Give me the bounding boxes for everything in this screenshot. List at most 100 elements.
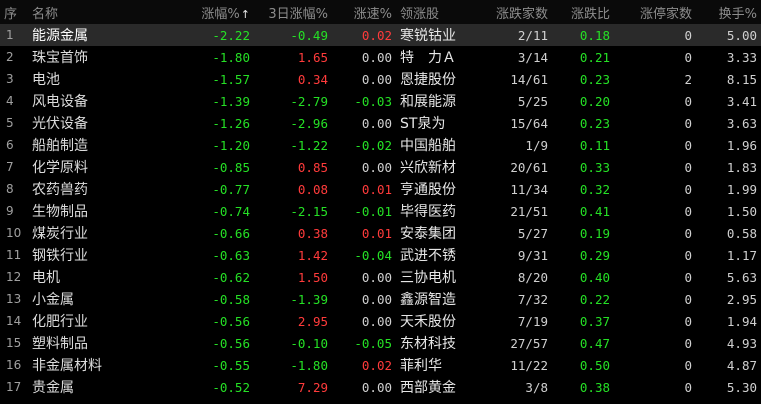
change-3d: 0.38 [297, 225, 328, 241]
limit-up-count: 0 [684, 93, 692, 109]
sector-name: 光伏设备 [32, 116, 88, 132]
table-row[interactable]: 13 小金属 -0.58 -1.39 0.00 鑫源智造 7/32 0.22 0 2.95 [0, 288, 761, 310]
change-3d: -1.80 [290, 357, 328, 373]
sector-name: 塑料制品 [32, 336, 88, 352]
table-row[interactable]: 6 船舶制造 -1.20 -1.22 -0.02 中国船舶 1/9 0.11 0 1.96 [0, 134, 761, 156]
header-leader[interactable]: 领涨股 [396, 0, 482, 24]
leading-stock: ST泉为 [400, 116, 446, 132]
turnover: 1.96 [726, 137, 757, 153]
change-3d: -2.15 [290, 203, 328, 219]
header-idx[interactable]: 序 [0, 0, 28, 24]
change-3d: 2.95 [297, 313, 328, 329]
limit-up-count: 0 [684, 159, 692, 175]
leading-stock: 武进不锈 [400, 248, 456, 264]
header-name[interactable]: 名称 [28, 0, 184, 24]
header-change-pct-label: 涨幅% [201, 6, 240, 22]
leading-stock: 天禾股份 [400, 314, 456, 330]
table-row[interactable]: 11 钢铁行业 -0.63 1.42 -0.04 武进不锈 9/31 0.29 0 1.17 [0, 244, 761, 266]
turnover: 3.63 [726, 115, 757, 131]
sector-name: 农药兽药 [32, 182, 88, 198]
header-change-pct[interactable]: 涨幅%↑ [184, 0, 254, 24]
header-up-down-count[interactable]: 涨跌家数 [482, 0, 552, 24]
row-index: 3 [6, 72, 14, 86]
up-down-count: 7/32 [517, 291, 548, 307]
up-down-count: 15/64 [510, 115, 548, 131]
turnover: 8.15 [726, 71, 757, 87]
limit-up-count: 0 [684, 115, 692, 131]
row-index: 1 [6, 28, 14, 42]
row-index: 2 [6, 50, 14, 64]
change-pct: -0.63 [212, 247, 250, 263]
header-turnover[interactable]: 换手% [696, 0, 761, 24]
turnover: 1.99 [726, 181, 757, 197]
row-index: 13 [6, 292, 22, 306]
up-down-ratio: 0.21 [579, 49, 610, 65]
change-3d: -0.10 [290, 335, 328, 351]
up-down-count: 3/8 [525, 379, 548, 395]
change-pct: -0.66 [212, 225, 250, 241]
table-row[interactable]: 17 贵金属 -0.52 7.29 0.00 西部黄金 3/8 0.38 0 5.30 [0, 376, 761, 398]
turnover: 5.63 [726, 269, 757, 285]
sector-name: 化肥行业 [32, 314, 88, 330]
header-limit-up-count[interactable]: 涨停家数 [614, 0, 696, 24]
header-change-3d[interactable]: 3日涨幅% [254, 0, 332, 24]
speed: 0.02 [361, 357, 392, 373]
table-row[interactable]: 7 化学原料 -0.85 0.85 0.00 兴欣新材 20/61 0.33 0 1.83 [0, 156, 761, 178]
row-index: 10 [6, 226, 22, 240]
table-row[interactable]: 9 生物制品 -0.74 -2.15 -0.01 毕得医药 21/51 0.41 0 1.50 [0, 200, 761, 222]
sector-name: 风电设备 [32, 94, 88, 110]
leading-stock: 安泰集团 [400, 226, 456, 242]
limit-up-count: 0 [684, 291, 692, 307]
change-pct: -0.56 [212, 313, 250, 329]
row-index: 17 [6, 380, 22, 394]
change-pct: -1.57 [212, 71, 250, 87]
table-row[interactable]: 12 电机 -0.62 1.50 0.00 三协电机 8/20 0.40 0 5.63 [0, 266, 761, 288]
up-down-ratio: 0.11 [579, 137, 610, 153]
up-down-ratio: 0.32 [579, 181, 610, 197]
change-pct: -2.22 [212, 27, 250, 43]
up-down-count: 5/25 [517, 93, 548, 109]
change-3d: -2.79 [290, 93, 328, 109]
table-row[interactable]: 2 珠宝首饰 -1.80 1.65 0.00 特 力Ａ 3/14 0.21 0 3.33 [0, 46, 761, 68]
table-row[interactable]: 14 化肥行业 -0.56 2.95 0.00 天禾股份 7/19 0.37 0 1.94 [0, 310, 761, 332]
speed: 0.01 [361, 225, 392, 241]
row-index: 12 [6, 270, 22, 284]
table-row[interactable]: 10 煤炭行业 -0.66 0.38 0.01 安泰集团 5/27 0.19 0 0.58 [0, 222, 761, 244]
change-pct: -1.26 [212, 115, 250, 131]
turnover: 1.94 [726, 313, 757, 329]
table-row[interactable]: 16 非金属材料 -0.55 -1.80 0.02 菲利华 11/22 0.50 0 4.87 [0, 354, 761, 376]
speed: 0.02 [361, 27, 392, 43]
sector-name: 电池 [32, 72, 60, 88]
change-3d: 0.34 [297, 71, 328, 87]
up-down-ratio: 0.23 [579, 115, 610, 131]
up-down-count: 20/61 [510, 159, 548, 175]
sector-ranking-grid: 序 名称 涨幅%↑ 3日涨幅% 涨速% 领涨股 涨跌家数 涨跌比 涨停家数 换手… [0, 0, 761, 404]
row-index: 4 [6, 94, 14, 108]
up-down-ratio: 0.22 [579, 291, 610, 307]
leading-stock: 三协电机 [400, 270, 456, 286]
limit-up-count: 0 [684, 203, 692, 219]
sector-name: 电机 [32, 270, 60, 286]
limit-up-count: 0 [684, 27, 692, 43]
table-row[interactable]: 3 电池 -1.57 0.34 0.00 恩捷股份 14/61 0.23 2 8.15 [0, 68, 761, 90]
sector-name: 生物制品 [32, 204, 88, 220]
limit-up-count: 0 [684, 335, 692, 351]
header-speed[interactable]: 涨速% [332, 0, 396, 24]
row-index: 9 [6, 204, 14, 218]
row-index: 14 [6, 314, 22, 328]
speed: 0.00 [361, 313, 392, 329]
up-down-count: 1/9 [525, 137, 548, 153]
leading-stock: 和展能源 [400, 94, 456, 110]
table-row[interactable]: 1 能源金属 -2.22 -0.49 0.02 寒锐钴业 2/11 0.18 0 5.00 [0, 24, 761, 46]
table-row[interactable]: 4 风电设备 -1.39 -2.79 -0.03 和展能源 5/25 0.20 0 3.41 [0, 90, 761, 112]
table-row[interactable]: 8 农药兽药 -0.77 0.08 0.01 亨通股份 11/34 0.32 0 1.99 [0, 178, 761, 200]
speed: 0.00 [361, 291, 392, 307]
table-row[interactable]: 5 光伏设备 -1.26 -2.96 0.00 ST泉为 15/64 0.23 0 3.63 [0, 112, 761, 134]
sector-name: 能源金属 [32, 28, 88, 44]
header-up-down-ratio[interactable]: 涨跌比 [552, 0, 614, 24]
sector-name: 船舶制造 [32, 138, 88, 154]
table-row[interactable]: 15 塑料制品 -0.56 -0.10 -0.05 东材科技 27/57 0.47 0 4.93 [0, 332, 761, 354]
speed: -0.03 [354, 93, 392, 109]
change-3d: -1.22 [290, 137, 328, 153]
change-3d: -2.96 [290, 115, 328, 131]
